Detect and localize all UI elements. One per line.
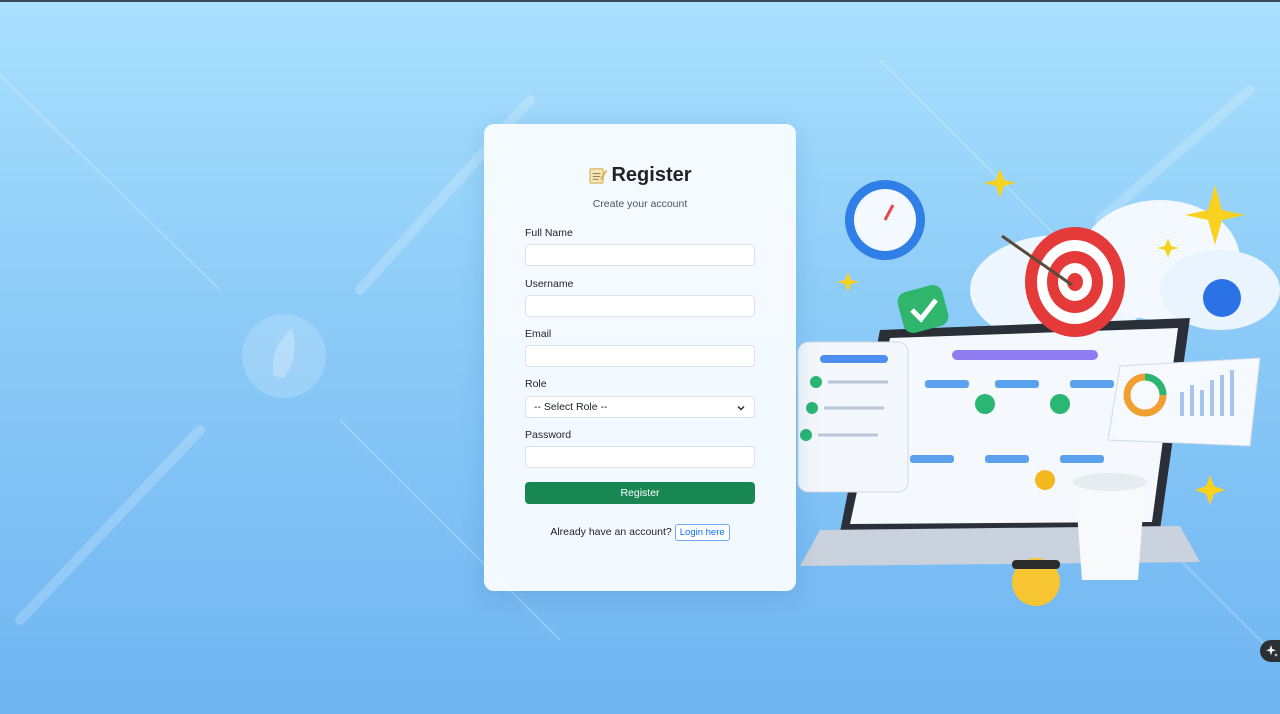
full-name-label: Full Name (525, 227, 573, 239)
sparkle-icon (1266, 645, 1278, 657)
register-button[interactable]: Register (525, 482, 755, 504)
username-label: Username (525, 278, 574, 290)
clock-illustration (845, 180, 925, 260)
title-text: Register (611, 164, 692, 186)
chevron-down-icon (737, 406, 745, 411)
email-input[interactable] (525, 345, 755, 367)
window-top-border (0, 0, 1280, 2)
memo-icon (589, 168, 608, 184)
password-input[interactable] (525, 446, 755, 468)
username-input[interactable] (525, 295, 755, 317)
assistant-button[interactable] (1260, 640, 1280, 662)
full-name-input[interactable] (525, 244, 755, 266)
checklist-panel (797, 341, 909, 493)
login-prompt-text: Already have an account? (550, 526, 672, 538)
role-selected-value: -- Select Role -- (534, 401, 608, 413)
page-title: Register (484, 164, 796, 187)
page-subtitle: Create your account (592, 198, 688, 210)
login-prompt: Already have an account? Login here (484, 522, 796, 542)
hero-illustration (797, 170, 1280, 606)
role-label: Role (525, 378, 547, 390)
cup-illustration (1073, 473, 1147, 580)
email-label: Email (525, 328, 552, 340)
password-label: Password (525, 429, 572, 441)
analytics-panel (1107, 357, 1261, 447)
role-select[interactable]: -- Select Role -- (525, 396, 755, 418)
login-link-button[interactable]: Login here (674, 523, 730, 541)
